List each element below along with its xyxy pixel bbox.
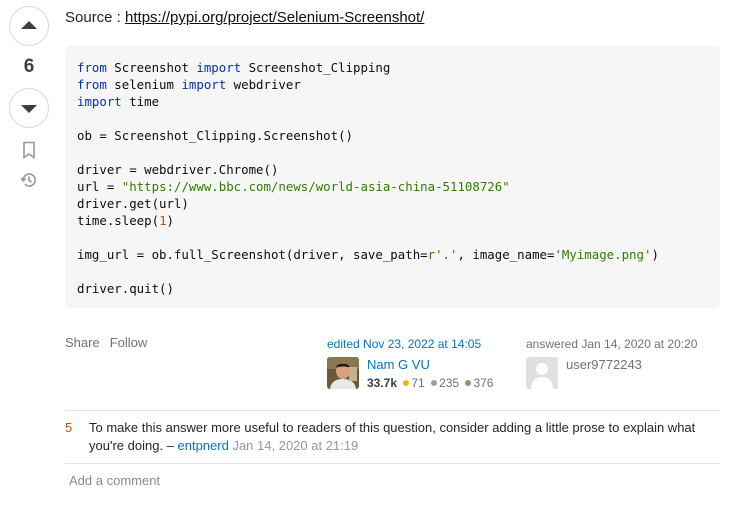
gold-badge-count: 71 [411, 376, 425, 390]
code-token: selenium [106, 77, 182, 92]
code-token: Screenshot_Clipping [241, 60, 391, 75]
code-token: import [196, 60, 242, 75]
code-token: ) [166, 213, 174, 228]
author-card: answered Jan 14, 2020 at 20:20 user97722… [526, 337, 726, 389]
source-label: Source : [65, 9, 126, 26]
editor-username[interactable]: Nam G VU [367, 357, 493, 373]
editor-card: edited Nov 23, 2022 at 14:05 Nam G VU 33… [327, 337, 527, 391]
code-token: Screenshot [106, 60, 197, 75]
code-line: from Screenshot import Screenshot_Clippi… [77, 60, 390, 75]
bronze-badge-count: 376 [473, 376, 494, 390]
comment-body: To make this answer more useful to reade… [89, 419, 720, 455]
source-link[interactable]: https://pypi.org/project/Selenium-Screen… [125, 9, 424, 26]
code-token: 1 [159, 213, 167, 228]
source-line: Source : https://pypi.org/project/Seleni… [65, 9, 424, 26]
arrow-down-icon [21, 105, 37, 113]
bookmark-icon [23, 141, 35, 159]
silver-badge-icon [431, 380, 438, 387]
author-user-info: user9772243 [526, 357, 726, 389]
code-token: time.sleep( [77, 213, 160, 228]
code-token: import [77, 94, 122, 109]
comments-section: 5 To make this answer more useful to rea… [65, 410, 720, 464]
code-token: url = [77, 179, 122, 194]
editor-details: Nam G VU 33.7k 71 235 376 [367, 357, 493, 391]
answered-timestamp: answered Jan 14, 2020 at 20:20 [526, 337, 698, 351]
history-icon [20, 173, 36, 187]
share-link[interactable]: Share [65, 335, 100, 350]
editor-user-info: Nam G VU 33.7k 71 235 376 [327, 357, 527, 391]
code-line: import time [77, 94, 159, 109]
reputation-score: 33.7k [367, 376, 398, 390]
editor-reputation: 33.7k 71 235 376 [367, 375, 493, 391]
code-token: import [181, 77, 227, 92]
gold-badge-icon [403, 380, 410, 387]
bronze-badge-icon [465, 380, 472, 387]
code-line: driver.get(url) [77, 196, 189, 211]
author-username: user9772243 [566, 357, 642, 372]
code-line: url = "https://www.bbc.com/news/world-as… [77, 179, 510, 194]
vote-cell: 6 [8, 6, 50, 190]
code-token: ob = Screenshot_Clipping.Screenshot() [77, 128, 354, 143]
default-user-icon [526, 357, 558, 389]
comment-score: 5 [65, 420, 73, 435]
code-token: driver = webdriver.Chrome() [77, 162, 279, 177]
comment: 5 To make this answer more useful to rea… [65, 411, 720, 464]
edited-timestamp-link[interactable]: edited Nov 23, 2022 at 14:05 [327, 337, 527, 351]
upvote-button[interactable] [9, 6, 49, 46]
arrow-up-icon [21, 21, 37, 29]
follow-link[interactable]: Follow [110, 335, 148, 350]
code-block: from Screenshot import Screenshot_Clippi… [65, 46, 720, 308]
code-line: driver.quit() [77, 281, 174, 296]
code-line: time.sleep(1) [77, 213, 174, 228]
comment-date-link[interactable]: Jan 14, 2020 at 21:19 [232, 438, 358, 453]
bookmark-button[interactable] [19, 140, 39, 160]
post-menu: Share Follow [65, 335, 147, 350]
code-line: img_url = ob.full_Screenshot(driver, sav… [77, 247, 659, 262]
code-token: "https://www.bbc.com/news/world-asia-chi… [121, 179, 510, 194]
code-token: driver.get(url) [77, 196, 189, 211]
code-token: 'Myimage.png' [554, 247, 652, 262]
downvote-button[interactable] [9, 88, 49, 128]
code-line: ob = Screenshot_Clipping.Screenshot() [77, 128, 353, 143]
code-token: ) [651, 247, 659, 262]
code-line: from selenium import webdriver [77, 77, 301, 92]
code-token: , image_name= [457, 247, 555, 262]
add-comment-link[interactable]: Add a comment [69, 473, 160, 488]
code-token: from [77, 77, 107, 92]
vote-count: 6 [23, 56, 35, 77]
code-line: driver = webdriver.Chrome() [77, 162, 278, 177]
comment-user-link[interactable]: entpnerd [178, 438, 229, 453]
timeline-button[interactable] [19, 170, 39, 190]
author-avatar[interactable] [526, 357, 558, 389]
code-token: r'.' [427, 247, 458, 262]
code-token: from [77, 60, 107, 75]
code-token: driver.quit() [77, 281, 174, 296]
person-photo-icon [327, 357, 359, 389]
code-token: img_url = ob.full_Screenshot(driver, sav… [77, 247, 428, 262]
editor-avatar[interactable] [327, 357, 359, 389]
code-token: webdriver [226, 77, 301, 92]
code-token: time [121, 94, 160, 109]
silver-badge-count: 235 [439, 376, 460, 390]
